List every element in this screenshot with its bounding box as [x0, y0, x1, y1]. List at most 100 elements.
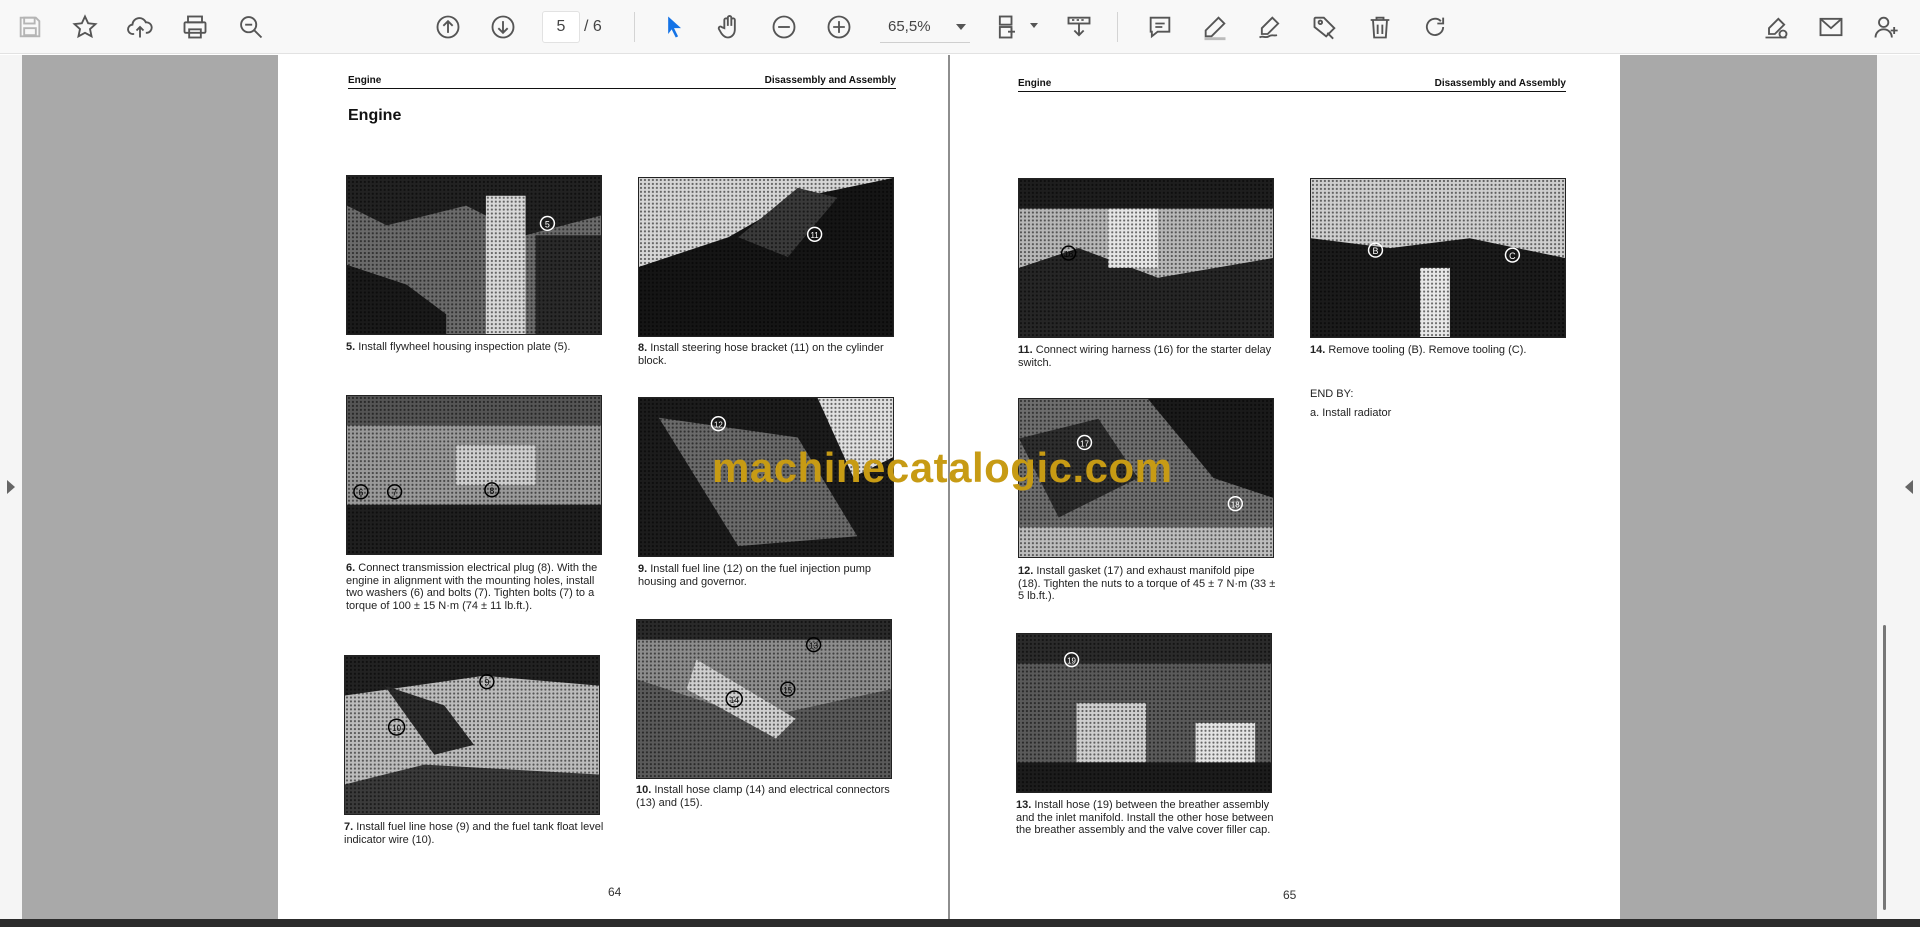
page-number: 65 [1283, 888, 1297, 902]
section-title: Engine [348, 107, 402, 124]
step-text: Connect transmission electrical plug (8)… [346, 562, 598, 612]
callout-9: 9 [484, 678, 489, 688]
callout-16: 16 [1064, 250, 1073, 259]
step-10-caption: 10. Install hose clamp (14) and electric… [636, 784, 896, 809]
step-text: Install hose clamp (14) and electrical c… [636, 784, 890, 809]
header-chapter: Disassembly and Assembly [1434, 78, 1566, 89]
step-5-caption: 5. Install flywheel housing inspection p… [346, 341, 606, 354]
figure-step-14: B C [1310, 178, 1566, 338]
step-6-caption: 6. Connect transmission electrical plug … [346, 562, 606, 612]
draw-icon[interactable] [1252, 9, 1288, 45]
figure-step-6: 6 7 8 [346, 395, 602, 555]
delete-icon[interactable] [1362, 9, 1398, 45]
figure-step-7: 9 10 [344, 655, 600, 815]
callout-7: 7 [392, 488, 397, 498]
step-14-caption: 14. Remove tooling (B). Remove tooling (… [1310, 344, 1570, 357]
figure-step-5: 5 [346, 175, 602, 335]
step-number: 5. [346, 341, 356, 353]
step-13-caption: 13. Install hose (19) between the breath… [1016, 799, 1276, 837]
step-number: 7. [344, 821, 354, 833]
chevron-down-icon[interactable] [1030, 23, 1038, 28]
callout-10: 10 [392, 724, 401, 733]
page-down-icon[interactable] [485, 9, 521, 45]
step-text: Install flywheel housing inspection plat… [358, 341, 571, 353]
header-chapter: Disassembly and Assembly [764, 75, 896, 86]
step-number: 13. [1016, 799, 1032, 811]
toolbar-divider [634, 12, 635, 42]
callout-8: 8 [489, 486, 494, 496]
comment-icon[interactable] [1142, 9, 1178, 45]
cloud-upload-icon[interactable] [122, 9, 158, 45]
page-header: Engine Disassembly and Assembly [1018, 78, 1566, 92]
callout-13: 13 [809, 642, 818, 651]
end-by-item: a. Install radiator [1310, 407, 1392, 419]
step-9-caption: 9. Install fuel line (12) on the fuel in… [638, 563, 898, 588]
callout-6: 6 [358, 488, 363, 498]
callout-19: 19 [1067, 657, 1076, 666]
callout-15: 15 [783, 686, 792, 695]
mail-icon[interactable] [1813, 9, 1849, 45]
step-number: 10. [636, 784, 652, 796]
rotate-icon[interactable] [1417, 9, 1453, 45]
step-text: Install gasket (17) and exhaust manifold… [1018, 565, 1276, 602]
watermark: machinecatalogic.com [712, 444, 1173, 491]
step-number: 9. [638, 563, 648, 575]
figure-step-8: 11 [638, 177, 894, 337]
zoom-out-icon[interactable] [766, 9, 802, 45]
callout-11: 11 [810, 231, 819, 240]
figure-step-11: 16 [1018, 178, 1274, 338]
end-by-label: END BY: [1310, 388, 1354, 400]
callout-C: C [1509, 251, 1516, 261]
expand-left-panel-icon[interactable] [7, 480, 15, 494]
page-number: 64 [608, 885, 622, 899]
step-7-caption: 7. Install fuel line hose (9) and the fu… [344, 821, 604, 846]
step-number: 8. [638, 342, 648, 354]
step-number: 12. [1018, 565, 1034, 577]
page-header: Engine Disassembly and Assembly [348, 75, 896, 89]
step-number: 11. [1018, 344, 1033, 356]
zoom-level-select[interactable]: 65,5% [880, 11, 970, 43]
toolbar-divider [1117, 12, 1118, 42]
chevron-down-icon [956, 24, 966, 30]
zoom-in-icon[interactable] [821, 9, 857, 45]
stamp-icon[interactable] [1307, 9, 1343, 45]
page-up-icon[interactable] [430, 9, 466, 45]
figure-step-10: 13 14 15 [636, 619, 892, 779]
extract-icon[interactable] [1061, 9, 1097, 45]
step-text: Install steering hose bracket (11) on th… [638, 342, 884, 367]
step-text: Install fuel line hose (9) and the fuel … [344, 821, 604, 846]
header-section: Engine [348, 75, 382, 86]
sign-icon[interactable] [1758, 9, 1794, 45]
toolbar: 5 / 6 65,5% [0, 0, 1920, 54]
page-number-input[interactable]: 5 [542, 11, 580, 43]
step-11-caption: 11. Connect wiring harness (16) for the … [1018, 344, 1278, 369]
step-text: Install fuel line (12) on the fuel injec… [638, 563, 871, 588]
expand-right-panel-icon[interactable] [1905, 480, 1913, 494]
hand-pan-icon[interactable] [711, 9, 747, 45]
step-text: Connect wiring harness (16) for the star… [1018, 344, 1272, 369]
callout-14: 14 [730, 696, 739, 705]
bottom-status-strip [0, 919, 1920, 927]
scrollbar-thumb[interactable] [1883, 625, 1886, 910]
add-user-icon[interactable] [1868, 9, 1904, 45]
step-text: Install hose (19) between the breather a… [1016, 799, 1274, 836]
header-section: Engine [1018, 78, 1052, 89]
step-8-caption: 8. Install steering hose bracket (11) on… [638, 342, 898, 367]
callout-18: 18 [1231, 501, 1240, 510]
bookmark-star-icon[interactable] [67, 9, 103, 45]
step-number: 14. [1310, 344, 1326, 356]
figure-step-13: 19 [1016, 633, 1272, 793]
crop-icon[interactable] [990, 9, 1026, 45]
save-icon[interactable] [12, 9, 48, 45]
step-12-caption: 12. Install gasket (17) and exhaust mani… [1018, 565, 1278, 603]
zoom-level-value: 65,5% [888, 18, 931, 35]
zoom-search-icon[interactable] [233, 9, 269, 45]
print-icon[interactable] [177, 9, 213, 45]
callout-5: 5 [545, 219, 550, 229]
callout-B: B [1373, 246, 1379, 256]
step-text: Remove tooling (B). Remove tooling (C). [1328, 344, 1527, 356]
select-pointer-icon[interactable] [656, 9, 692, 45]
highlight-pen-icon[interactable] [1197, 9, 1233, 45]
callout-12: 12 [714, 421, 723, 430]
page-total: / 6 [584, 18, 602, 35]
